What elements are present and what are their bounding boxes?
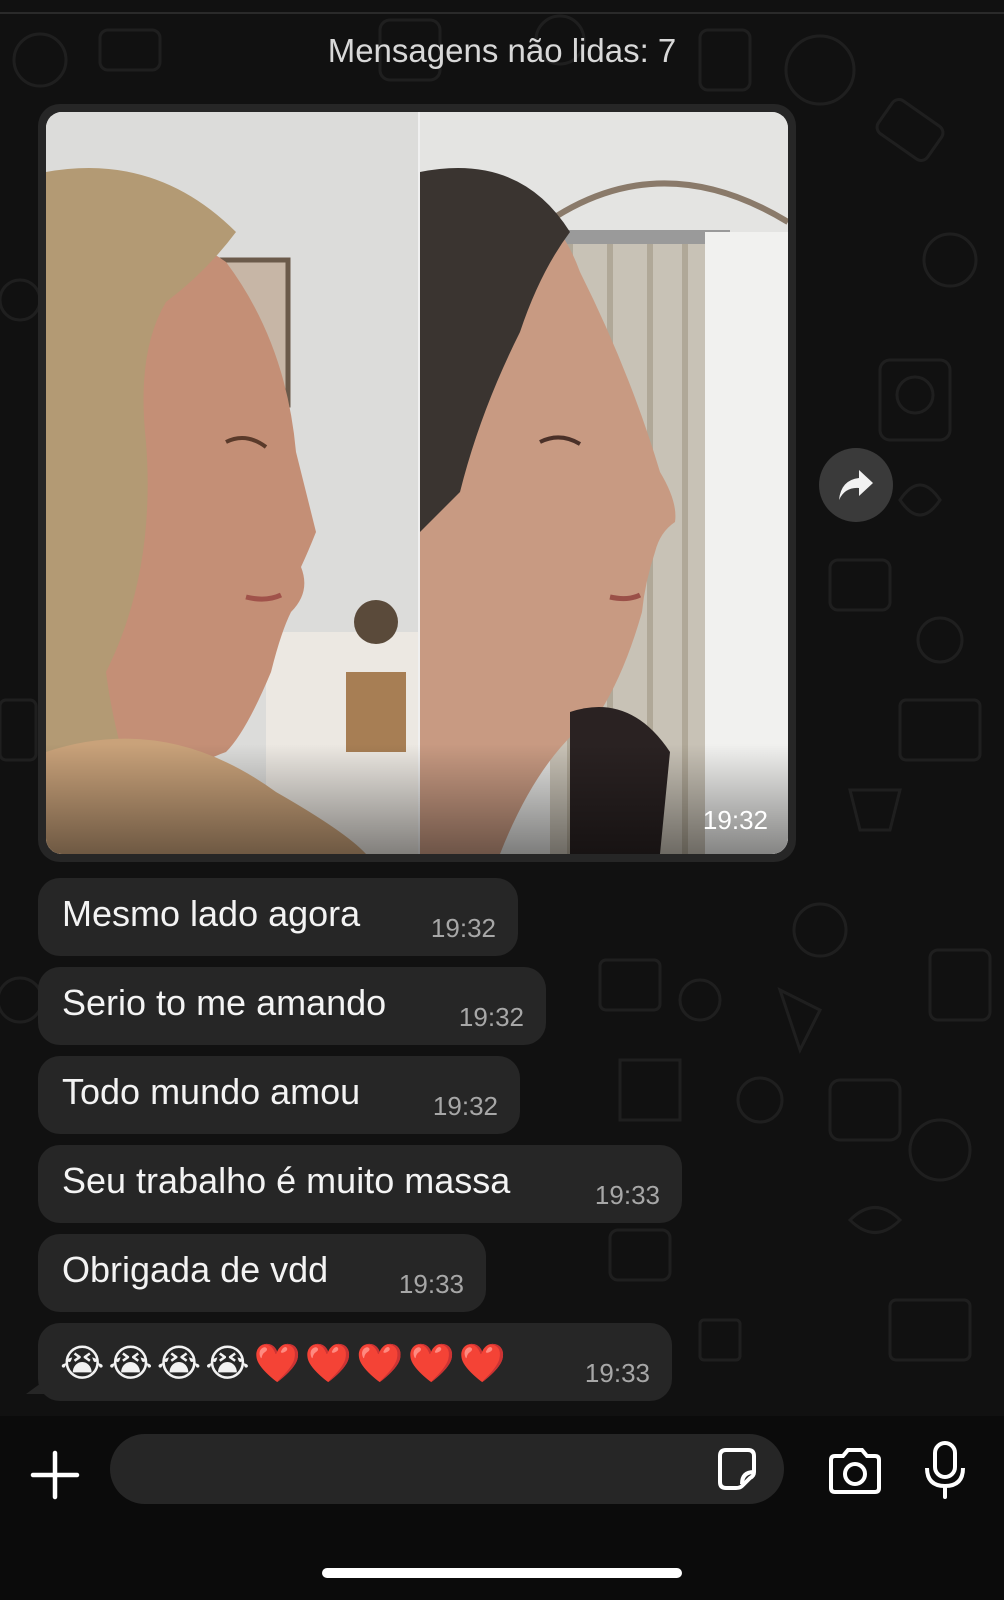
camera-icon[interactable]: [827, 1446, 883, 1496]
home-indicator[interactable]: [322, 1568, 682, 1578]
message-timestamp: 19:32: [458, 1002, 524, 1032]
message-timestamp: 19:32: [432, 1091, 498, 1121]
plus-icon[interactable]: [30, 1450, 80, 1500]
message-timestamp: 19:33: [398, 1269, 464, 1299]
before-after-photo[interactable]: 19:32: [46, 112, 788, 854]
message-timestamp: 19:33: [594, 1180, 660, 1210]
emoji-message-text: 😭😭😭😭❤️❤️❤️❤️❤️: [60, 1341, 511, 1385]
sticker-icon[interactable]: [714, 1446, 760, 1492]
image-message-bubble[interactable]: 19:32: [38, 104, 796, 862]
header-divider: [0, 12, 1004, 14]
compose-bar: [0, 1416, 1004, 1600]
message-bubble[interactable]: Todo mundo amou 19:32: [38, 1056, 520, 1134]
message-text: Mesmo lado agora: [62, 893, 361, 934]
message-bubble[interactable]: Mesmo lado agora 19:32: [38, 878, 518, 956]
message-timestamp: 19:33: [584, 1358, 650, 1388]
after-photo: [420, 112, 788, 854]
microphone-icon[interactable]: [924, 1440, 966, 1500]
forward-button[interactable]: [819, 448, 893, 522]
message-input[interactable]: [110, 1434, 784, 1504]
message-bubble[interactable]: Seu trabalho é muito massa 19:33: [38, 1145, 682, 1223]
image-shade: [46, 744, 788, 854]
before-photo: [46, 112, 418, 854]
message-timestamp: 19:32: [430, 913, 496, 943]
message-bubble[interactable]: Serio to me amando 19:32: [38, 967, 546, 1045]
message-text: Serio to me amando: [62, 982, 387, 1023]
message-text: Todo mundo amou: [62, 1071, 361, 1112]
message-bubble[interactable]: Obrigada de vdd 19:33: [38, 1234, 486, 1312]
unread-messages-banner: Mensagens não lidas: 7: [327, 32, 677, 69]
image-timestamp: 19:32: [702, 805, 768, 835]
message-text: Obrigada de vdd: [62, 1249, 329, 1290]
message-text: Seu trabalho é muito massa: [62, 1160, 511, 1201]
forward-arrow-icon: [839, 470, 873, 500]
message-bubble[interactable]: 😭😭😭😭❤️❤️❤️❤️❤️ 19:33: [38, 1323, 672, 1401]
